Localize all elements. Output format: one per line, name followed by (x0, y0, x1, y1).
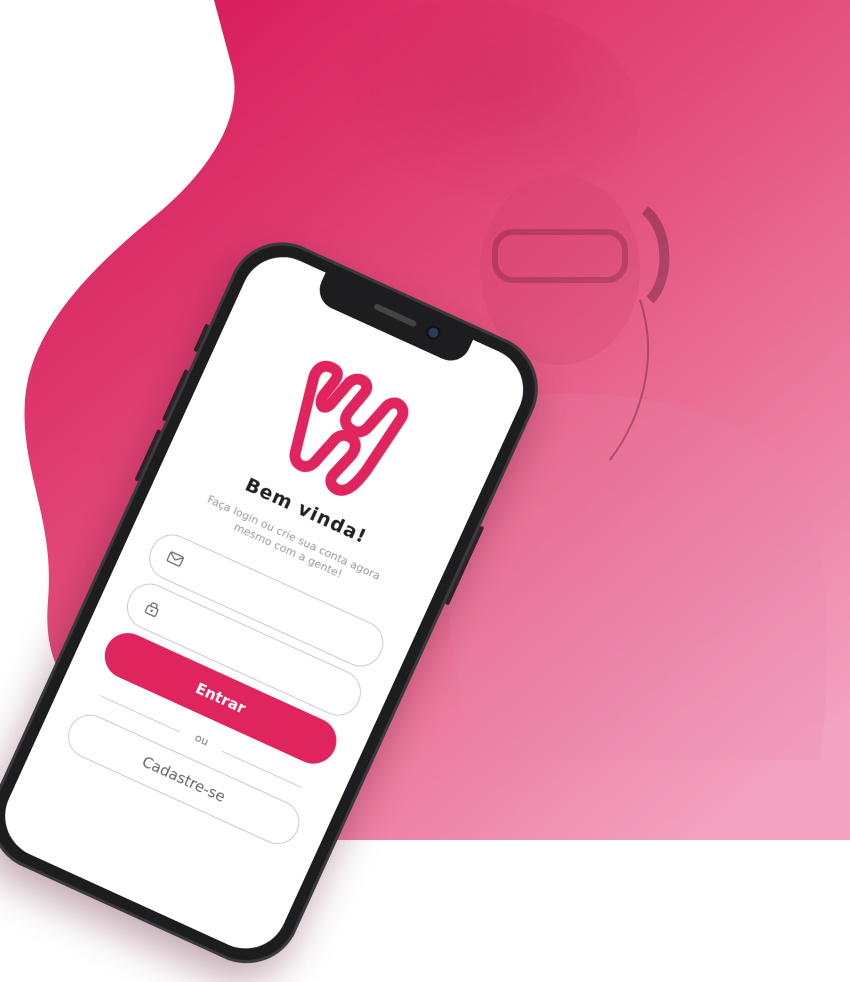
front-camera (426, 326, 441, 340)
lock-icon (144, 602, 159, 617)
envelope-icon (166, 551, 184, 567)
speaker-grille (373, 302, 418, 328)
